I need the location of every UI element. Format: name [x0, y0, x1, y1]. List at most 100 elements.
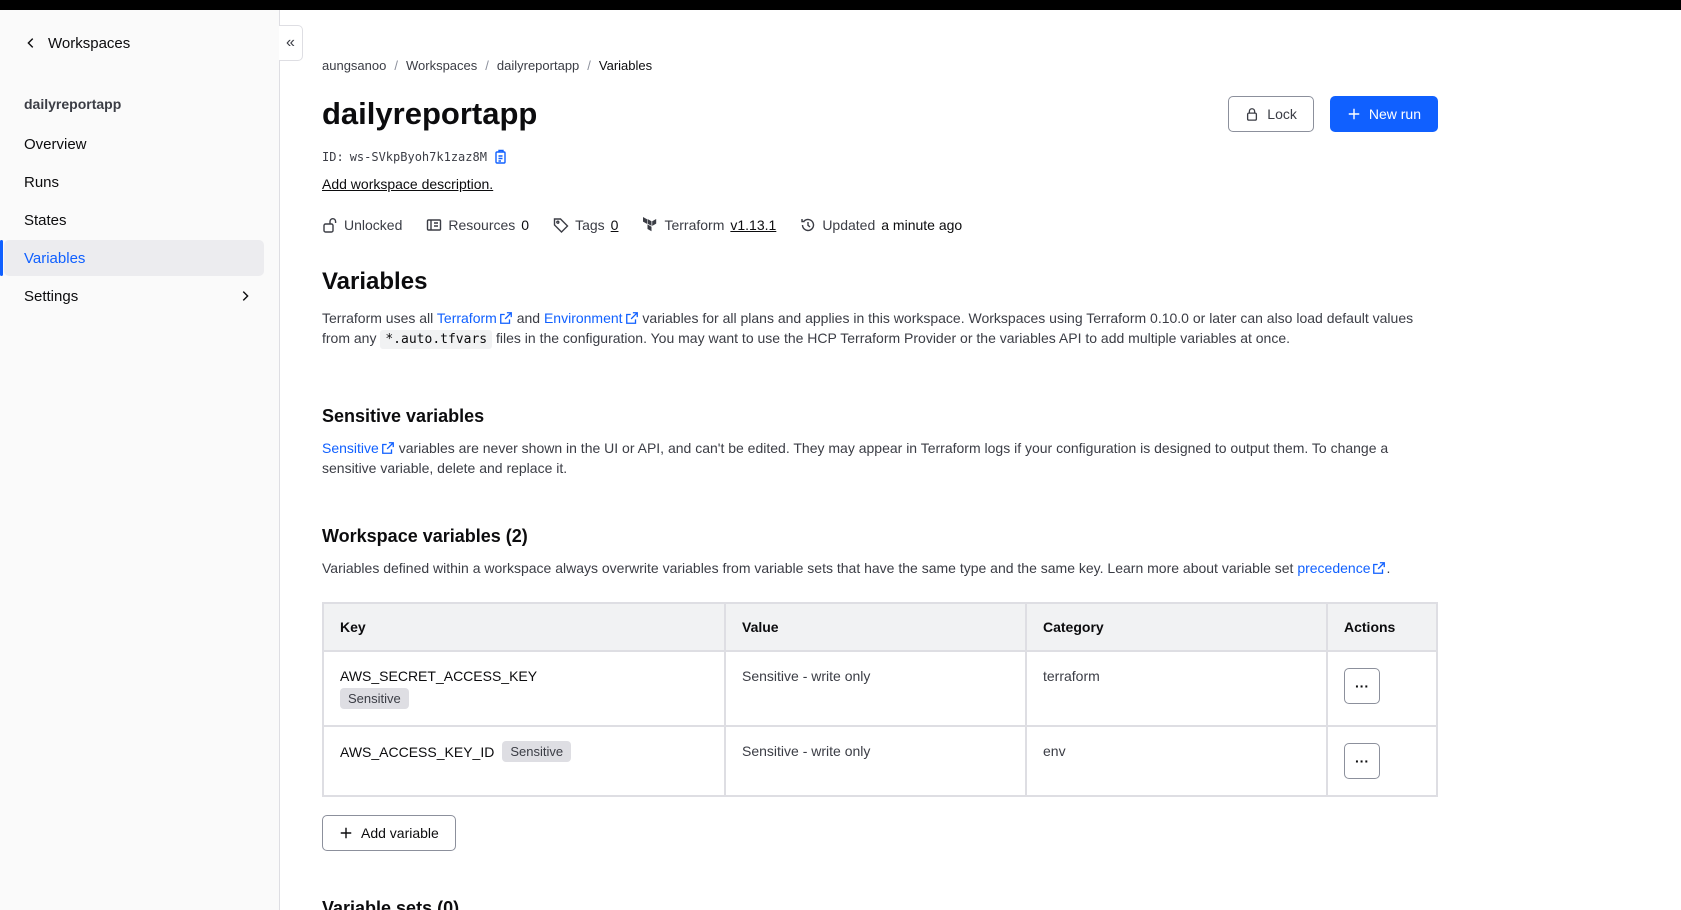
tag-icon	[553, 218, 569, 233]
variable-key-cell: AWS_ACCESS_KEY_ID Sensitive	[322, 725, 726, 797]
table-row: AWS_SECRET_ACCESS_KEY Sensitive Sensitiv…	[322, 650, 1438, 727]
resources-count: Resources 0	[426, 217, 529, 233]
page-title: dailyreportapp	[322, 96, 538, 131]
sensitive-variables-text: Sensitive variables are never shown in t…	[322, 438, 1438, 478]
auto-tfvars-code: *.auto.tfvars	[380, 330, 493, 349]
updated-value: a minute ago	[881, 217, 963, 233]
intro-text-4: files in the configuration. You may want…	[492, 330, 1291, 346]
sidebar-item-label: Runs	[24, 173, 60, 191]
variable-category: env	[1025, 725, 1328, 797]
intro-text-2: and	[512, 310, 544, 326]
lock-button[interactable]: Lock	[1228, 96, 1314, 132]
add-variable-button[interactable]: Add variable	[322, 815, 456, 851]
breadcrumb-current: Variables	[598, 58, 653, 73]
column-header-value: Value	[724, 602, 1027, 652]
breadcrumb-separator: /	[587, 58, 591, 73]
variable-value: Sensitive - write only	[724, 725, 1027, 797]
top-bar	[0, 0, 1681, 10]
sidebar-workspace-name: dailyreportapp	[24, 96, 122, 112]
table-row: AWS_ACCESS_KEY_ID Sensitive Sensitive - …	[322, 725, 1438, 797]
terraform-version: Terraform v1.13.1	[642, 217, 776, 233]
resources-count-value: 0	[521, 217, 530, 233]
sidebar-nav: Overview Runs States Variables Settings	[0, 126, 280, 316]
variable-category: terraform	[1025, 650, 1328, 727]
new-run-button[interactable]: New run	[1329, 96, 1438, 132]
header-actions: Lock New run	[1228, 96, 1438, 132]
environment-variables-link[interactable]: Environment	[544, 310, 639, 326]
sidebar-item-variables[interactable]: Variables	[0, 240, 264, 276]
updated-label: Updated	[822, 217, 876, 233]
plus-icon	[1348, 108, 1360, 120]
breadcrumb-workspaces[interactable]: Workspaces	[406, 58, 477, 73]
sensitive-link[interactable]: Sensitive	[322, 440, 395, 456]
terraform-version-value[interactable]: v1.13.1	[730, 217, 776, 233]
resources-icon	[427, 219, 442, 231]
workspace-id-label: ID:	[322, 150, 344, 164]
workspace-variables-desc: Variables defined within a workspace alw…	[322, 558, 1438, 578]
sidebar-item-label: Settings	[24, 287, 79, 305]
terraform-link-label: Terraform	[436, 310, 497, 326]
sensitive-variables-heading: Sensitive variables	[322, 406, 485, 426]
plus-icon	[340, 827, 352, 839]
sidebar-item-label: States	[24, 211, 67, 229]
new-run-button-label: New run	[1368, 106, 1421, 122]
back-to-workspaces-link[interactable]: Workspaces	[24, 32, 130, 54]
variable-key: AWS_SECRET_ACCESS_KEY	[340, 668, 538, 684]
sidebar-item-runs[interactable]: Runs	[4, 164, 264, 200]
precedence-link-label: precedence	[1297, 560, 1371, 576]
updated-time: Updated a minute ago	[800, 217, 962, 233]
column-header-actions: Actions	[1326, 602, 1438, 652]
variables-heading: Variables	[322, 268, 428, 295]
sensitive-badge: Sensitive	[502, 741, 572, 762]
variable-key-cell: AWS_SECRET_ACCESS_KEY Sensitive	[322, 650, 726, 727]
sidebar-item-settings[interactable]: Settings	[4, 278, 264, 314]
tags-count-value[interactable]: 0	[611, 217, 619, 233]
external-link-icon	[1373, 562, 1386, 574]
lock-status-label: Unlocked	[344, 217, 403, 233]
collapse-sidebar-button[interactable]: «	[279, 25, 303, 61]
chevron-double-left-icon: «	[286, 34, 295, 51]
variable-key: AWS_ACCESS_KEY_ID	[340, 743, 495, 760]
breadcrumb: aungsanoo / Workspaces / dailyreportapp …	[322, 58, 652, 73]
workspace-vars-desc-text: Variables defined within a workspace alw…	[322, 560, 1298, 576]
workspace-id: ID: ws-SVkpByoh7k1zaz8M	[322, 149, 509, 165]
breadcrumb-workspace[interactable]: dailyreportapp	[497, 58, 579, 73]
variable-actions-cell: ···	[1326, 650, 1438, 727]
resources-label: Resources	[448, 217, 516, 233]
tags-label: Tags	[575, 217, 605, 233]
add-variable-label: Add variable	[361, 825, 439, 841]
variable-actions-button[interactable]: ···	[1344, 743, 1380, 779]
column-header-category: Category	[1025, 602, 1328, 652]
breadcrumb-separator: /	[394, 58, 398, 73]
terraform-variables-link[interactable]: Terraform	[437, 310, 513, 326]
workspace-variables-heading: Workspace variables (2)	[322, 526, 528, 546]
variable-value: Sensitive - write only	[724, 650, 1027, 727]
external-link-icon	[625, 312, 638, 324]
sidebar: Workspaces dailyreportapp Overview Runs …	[0, 10, 280, 910]
intro-text-1: Terraform uses all	[322, 310, 437, 326]
unlock-icon	[323, 218, 337, 233]
breadcrumb-org[interactable]: aungsanoo	[322, 58, 386, 73]
variable-sets-heading: Variable sets (0)	[322, 898, 460, 910]
tags-count[interactable]: Tags 0	[553, 217, 618, 233]
terraform-icon	[643, 217, 657, 232]
sensitive-text: variables are never shown in the UI or A…	[322, 440, 1389, 476]
workspace-vars-desc-end: .	[1386, 560, 1391, 576]
sidebar-item-states[interactable]: States	[4, 202, 264, 238]
lock-status: Unlocked	[322, 217, 402, 233]
sidebar-item-label: Overview	[24, 135, 87, 153]
copy-icon[interactable]	[493, 149, 509, 165]
variable-actions-cell: ···	[1326, 725, 1438, 797]
sidebar-item-label: Variables	[24, 249, 86, 267]
precedence-link[interactable]: precedence	[1297, 560, 1386, 576]
chevron-left-icon	[27, 38, 34, 48]
chevron-right-icon	[242, 291, 249, 301]
workspace-id-value: ws-SVkpByoh7k1zaz8M	[349, 150, 487, 164]
sidebar-item-overview[interactable]: Overview	[4, 126, 264, 162]
add-workspace-description-link[interactable]: Add workspace description.	[322, 176, 493, 192]
terraform-label: Terraform	[664, 217, 725, 233]
variable-actions-button[interactable]: ···	[1344, 668, 1380, 704]
breadcrumb-separator: /	[485, 58, 489, 73]
lock-button-label: Lock	[1267, 106, 1297, 122]
external-link-icon	[381, 442, 394, 454]
